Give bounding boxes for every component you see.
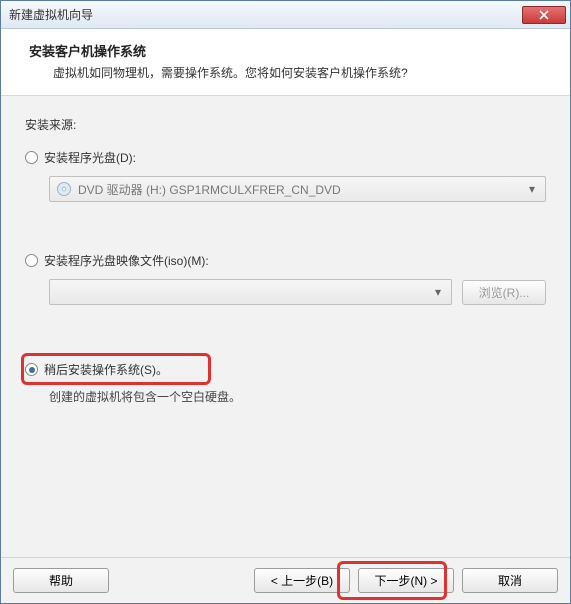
header-section: 安装客户机操作系统 虚拟机如同物理机，需要操作系统。您将如何安装客户机操作系统?	[1, 29, 570, 96]
back-button[interactable]: < 上一步(B)	[254, 568, 350, 593]
browse-button[interactable]: 浏览(R)...	[462, 280, 546, 305]
chevron-down-icon: ▾	[431, 285, 445, 299]
browse-label: 浏览(R)...	[479, 284, 530, 301]
option-install-later: 稍后安装操作系统(S)。 创建的虚拟机将包含一个空白硬盘。	[25, 355, 546, 411]
window-title: 新建虚拟机向导	[9, 6, 522, 23]
radio-disc-label: 安装程序光盘(D):	[44, 149, 136, 166]
cancel-button[interactable]: 取消	[462, 568, 558, 593]
iso-path-dropdown[interactable]: ▾	[49, 279, 452, 305]
help-label: 帮助	[49, 572, 73, 589]
cancel-label: 取消	[498, 572, 522, 589]
close-button[interactable]	[522, 6, 566, 24]
radio-row-later[interactable]: 稍后安装操作系统(S)。	[25, 361, 546, 378]
footer: 帮助 < 上一步(B) 下一步(N) > 取消	[1, 557, 570, 603]
install-source-label: 安装来源:	[25, 116, 546, 133]
radio-row-disc[interactable]: 安装程序光盘(D):	[25, 149, 546, 166]
help-button[interactable]: 帮助	[13, 568, 109, 593]
page-subtitle: 虚拟机如同物理机，需要操作系统。您将如何安装客户机操作系统?	[29, 64, 550, 81]
radio-iso[interactable]	[25, 254, 38, 267]
radio-row-iso[interactable]: 安装程序光盘映像文件(iso)(M):	[25, 252, 546, 269]
option-installer-disc: 安装程序光盘(D): DVD 驱动器 (H:) GSP1RMCULXFRER_C…	[25, 149, 546, 202]
radio-iso-label: 安装程序光盘映像文件(iso)(M):	[44, 252, 209, 269]
wizard-window: 新建虚拟机向导 安装客户机操作系统 虚拟机如同物理机，需要操作系统。您将如何安装…	[0, 0, 571, 604]
close-icon	[539, 10, 549, 20]
radio-disc[interactable]	[25, 151, 38, 164]
body-area: 安装来源: 安装程序光盘(D): DVD 驱动器 (H:) GSP1RMCULX…	[1, 96, 570, 557]
disc-drive-value: DVD 驱动器 (H:) GSP1RMCULXFRER_CN_DVD	[78, 181, 525, 198]
next-label: 下一步(N) >	[374, 572, 437, 589]
titlebar: 新建虚拟机向导	[1, 1, 570, 29]
install-later-hint: 创建的虚拟机将包含一个空白硬盘。	[49, 388, 546, 405]
disc-icon	[56, 181, 72, 197]
option-iso-file: 安装程序光盘映像文件(iso)(M): ▾ 浏览(R)...	[25, 252, 546, 305]
radio-later[interactable]	[25, 363, 38, 376]
next-button[interactable]: 下一步(N) >	[358, 568, 454, 593]
disc-drive-dropdown[interactable]: DVD 驱动器 (H:) GSP1RMCULXFRER_CN_DVD ▾	[49, 176, 546, 202]
chevron-down-icon: ▾	[525, 182, 539, 196]
page-title: 安装客户机操作系统	[29, 41, 550, 60]
back-label: < 上一步(B)	[271, 572, 333, 589]
radio-later-label: 稍后安装操作系统(S)。	[44, 361, 168, 378]
